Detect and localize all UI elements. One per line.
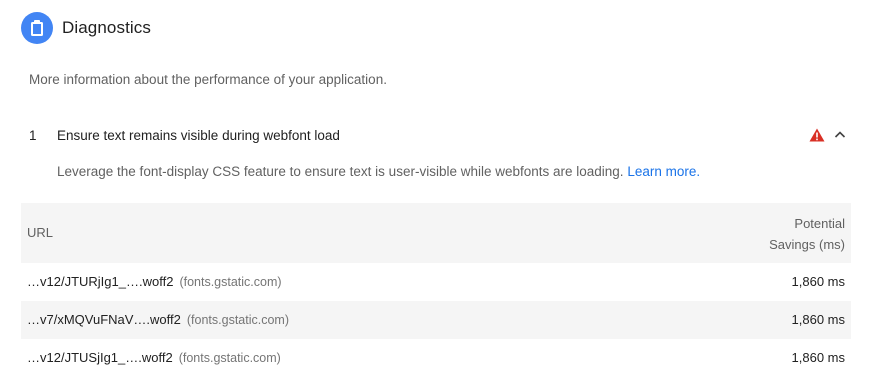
section-description: More information about the performance o… xyxy=(29,72,387,87)
url-cell: …v12/JTUSjIg1_….woff2 (fonts.gstatic.com) xyxy=(27,350,281,365)
diagnostics-header: Diagnostics xyxy=(21,12,151,44)
savings-column-header: Potential Savings (ms) xyxy=(735,213,845,255)
table-header: URL Potential Savings (ms) xyxy=(21,203,851,263)
chevron-up-icon[interactable] xyxy=(833,128,847,142)
url-host: (fonts.gstatic.com) xyxy=(186,313,290,327)
audit-title: Ensure text remains visible during webfo… xyxy=(57,127,340,143)
audit-description: Leverage the font-display CSS feature to… xyxy=(57,164,700,179)
url-text[interactable]: …v12/JTUSjIg1_….woff2 xyxy=(27,350,173,365)
table-row: …v7/xMQVuFNaV….woff2 (fonts.gstatic.com) … xyxy=(21,301,851,339)
details-table: URL Potential Savings (ms) …v12/JTURjIg1… xyxy=(21,203,851,377)
savings-cell: 1,860 ms xyxy=(791,312,845,327)
url-text[interactable]: …v7/xMQVuFNaV….woff2 xyxy=(27,312,181,327)
audit-index: 1 xyxy=(29,127,37,143)
url-text[interactable]: …v12/JTURjIg1_….woff2 xyxy=(27,274,173,289)
warning-triangle-icon xyxy=(809,128,825,142)
savings-header-line2: Savings (ms) xyxy=(769,237,845,252)
section-title: Diagnostics xyxy=(62,18,151,37)
clipboard-icon xyxy=(21,12,53,44)
audit-description-text: Leverage the font-display CSS feature to… xyxy=(57,164,624,179)
savings-cell: 1,860 ms xyxy=(791,274,845,289)
url-column-header: URL xyxy=(27,225,54,240)
savings-header-line1: Potential xyxy=(794,216,845,231)
table-row: …v12/JTURjIg1_….woff2 (fonts.gstatic.com)… xyxy=(21,263,851,301)
learn-more-link[interactable]: Learn more. xyxy=(627,164,700,179)
url-host: (fonts.gstatic.com) xyxy=(179,275,282,289)
url-cell: …v12/JTURjIg1_….woff2 (fonts.gstatic.com) xyxy=(27,274,282,289)
savings-cell: 1,860 ms xyxy=(791,350,845,365)
audit-header[interactable]: 1 Ensure text remains visible during web… xyxy=(29,125,847,145)
url-cell: …v7/xMQVuFNaV….woff2 (fonts.gstatic.com) xyxy=(27,312,289,327)
table-row: …v12/JTUSjIg1_….woff2 (fonts.gstatic.com)… xyxy=(21,339,851,377)
url-host: (fonts.gstatic.com) xyxy=(178,351,281,365)
